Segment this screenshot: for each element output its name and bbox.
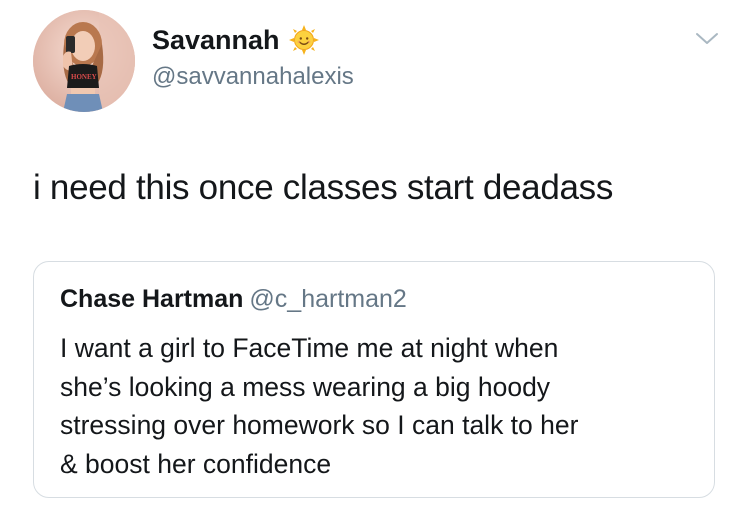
- chevron-down-icon[interactable]: [694, 30, 720, 48]
- quoted-tweet-card[interactable]: Chase Hartman @c_hartman2 I want a girl t…: [33, 261, 715, 498]
- quoted-tweet-header: Chase Hartman @c_hartman2: [60, 284, 407, 314]
- quoted-text-line: she’s looking a mess wearing a big hoody: [60, 371, 551, 402]
- avatar[interactable]: HONEY: [33, 10, 135, 112]
- avatar-shirt-text: HONEY: [71, 73, 97, 81]
- sun-with-face-icon: [288, 25, 319, 55]
- avatar-photo: HONEY: [33, 10, 135, 112]
- quoted-text-line: & boost her confidence: [60, 448, 332, 479]
- author-name-text: Savannah: [152, 25, 280, 55]
- quoted-author-name: Chase Hartman: [60, 285, 244, 313]
- quoted-text-line: I want a girl to FaceTime me at night wh…: [60, 333, 559, 363]
- quoted-text-line: stressing over homework so I can talk to…: [60, 410, 579, 440]
- author-handle[interactable]: @savvannahalexis: [152, 62, 354, 92]
- quoted-tweet-text: I want a girl to FaceTime me at night wh…: [60, 329, 700, 483]
- quoted-author-handle: @c_hartman2: [249, 285, 407, 313]
- author-display-name[interactable]: Savannah: [152, 24, 319, 56]
- tweet-text: i need this once classes start deadass: [33, 168, 614, 207]
